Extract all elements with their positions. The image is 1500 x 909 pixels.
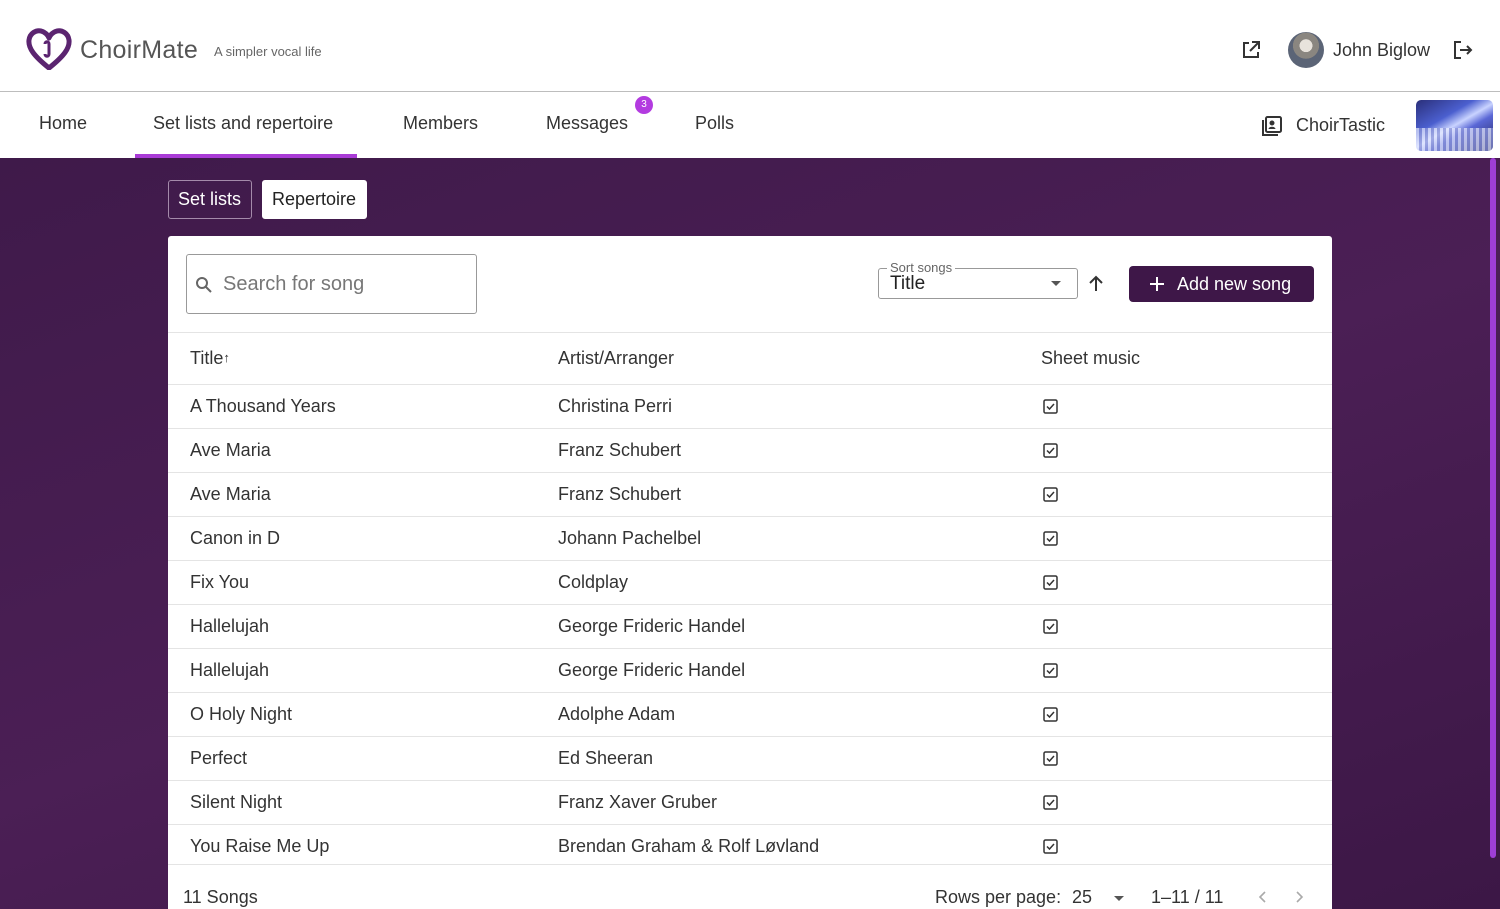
table-row[interactable]: Perfect Ed Sheeran [168, 736, 1332, 780]
sheet-music-check-icon [1043, 707, 1058, 722]
plus-icon [1150, 277, 1164, 291]
table-row[interactable]: Hallelujah George Frideric Handel [168, 648, 1332, 692]
song-title[interactable]: Silent Night [190, 792, 282, 813]
table-row[interactable]: Ave Maria Franz Schubert [168, 428, 1332, 472]
table-row[interactable]: A Thousand Years Christina Perri [168, 384, 1332, 428]
song-title[interactable]: Ave Maria [190, 440, 271, 461]
logout-icon[interactable] [1452, 39, 1474, 61]
header-title[interactable]: Title↑ [190, 348, 230, 369]
search-input[interactable] [223, 269, 463, 299]
song-artist: George Frideric Handel [558, 616, 746, 636]
sheet-music-check-icon [1043, 663, 1058, 678]
header-title-label: Title [190, 348, 224, 368]
nav-polls[interactable]: Polls [695, 113, 734, 134]
search-field[interactable] [186, 254, 477, 314]
song-title[interactable]: Fix You [190, 572, 249, 593]
choir-photo[interactable] [1416, 100, 1493, 151]
user-avatar[interactable] [1288, 32, 1324, 68]
heart-logo-icon[interactable] [26, 28, 72, 70]
sort-songs-value: Title [890, 273, 926, 294]
next-page-icon[interactable] [1292, 889, 1306, 905]
header-artist[interactable]: Artist/Arranger [558, 348, 674, 369]
sort-ascending-icon[interactable] [1086, 274, 1106, 294]
brand-name[interactable]: ChoirMate [80, 36, 198, 65]
table-row[interactable]: Hallelujah George Frideric Handel [168, 604, 1332, 648]
library-music-icon[interactable] [1261, 115, 1283, 137]
sheet-music-check-icon [1043, 575, 1058, 590]
table-row[interactable]: Fix You Coldplay [168, 560, 1332, 604]
nav-set-lists-repertoire[interactable]: Set lists and repertoire [153, 113, 333, 134]
tab-set-lists[interactable]: Set lists [168, 180, 252, 219]
dropdown-arrow-icon [1051, 281, 1061, 286]
previous-page-icon[interactable] [1256, 889, 1270, 905]
table-header: Title↑ Artist/Arranger Sheet music [168, 332, 1332, 384]
song-artist: Johann Pachelbel [558, 528, 702, 548]
rows-per-page-label: Rows per page: [935, 887, 1062, 907]
song-title[interactable]: Ave Maria [190, 484, 271, 505]
song-artist: Adolphe Adam [558, 704, 676, 724]
main-content: Set lists Repertoire Sort songs Title Ad… [0, 158, 1500, 909]
sheet-music-check-icon [1043, 399, 1058, 414]
choir-name[interactable]: ChoirTastic [1296, 115, 1385, 136]
rows-per-page-caret-icon[interactable] [1114, 896, 1124, 901]
open-external-icon[interactable] [1240, 39, 1262, 61]
song-title[interactable]: A Thousand Years [190, 396, 336, 417]
repertoire-card: Sort songs Title Add new song Title↑ Art… [168, 236, 1332, 909]
sort-songs-select[interactable]: Sort songs Title [878, 260, 1078, 299]
sheet-music-check-icon [1043, 839, 1058, 854]
nav-home[interactable]: Home [39, 113, 87, 134]
scrollbar[interactable] [1490, 158, 1496, 858]
song-artist: Ed Sheeran [558, 748, 654, 768]
song-artist: Franz Schubert [558, 484, 682, 504]
table-row[interactable]: O Holy Night Adolphe Adam [168, 692, 1332, 736]
nav-messages[interactable]: Messages [546, 113, 628, 134]
sheet-music-check-icon [1043, 531, 1058, 546]
rows-per-page-select[interactable]: 25 [1072, 887, 1092, 908]
sheet-music-check-icon [1043, 751, 1058, 766]
song-artist: Brendan Graham & Rolf Løvland [558, 836, 820, 856]
songs-table: Title↑ Artist/Arranger Sheet music A Tho… [168, 332, 1332, 868]
song-artist: Franz Schubert [558, 440, 682, 460]
song-title[interactable]: You Raise Me Up [190, 836, 329, 857]
sheet-music-check-icon [1043, 619, 1058, 634]
user-name[interactable]: John Biglow [1333, 40, 1430, 61]
song-artist: Christina Perri [558, 396, 673, 416]
sheet-music-check-icon [1043, 487, 1058, 502]
tagline: A simpler vocal life [214, 44, 322, 59]
add-new-song-label: Add new song [1177, 274, 1292, 294]
sheet-music-check-icon [1043, 795, 1058, 810]
add-new-song-button[interactable]: Add new song [1129, 266, 1314, 302]
header-sheet-music[interactable]: Sheet music [1041, 348, 1140, 369]
song-title[interactable]: Perfect [190, 748, 247, 769]
song-title[interactable]: Canon in D [190, 528, 280, 549]
nav-members[interactable]: Members [403, 113, 478, 134]
table-row[interactable]: Ave Maria Franz Schubert [168, 472, 1332, 516]
song-artist: Coldplay [558, 572, 629, 592]
song-artist: George Frideric Handel [558, 660, 746, 680]
song-count: 11 Songs [183, 887, 258, 907]
song-title[interactable]: Hallelujah [190, 616, 269, 637]
table-row[interactable]: Canon in D Johann Pachelbel [168, 516, 1332, 560]
table-footer: 11 Songs Rows per page: 25 1–11 / 11 [168, 864, 1332, 909]
page-range: 1–11 / 11 [1151, 887, 1224, 907]
sort-up-icon: ↑ [223, 350, 230, 365]
song-artist: Franz Xaver Gruber [558, 792, 718, 812]
top-bar: ChoirMate A simpler vocal life John Bigl… [0, 0, 1500, 92]
table-body: A Thousand Years Christina Perri Ave Maria… [168, 384, 1332, 868]
table-row[interactable]: You Raise Me Up Brendan Graham & Rolf Løv… [168, 824, 1332, 868]
tab-repertoire[interactable]: Repertoire [262, 180, 367, 219]
song-title[interactable]: O Holy Night [190, 704, 292, 725]
table-row[interactable]: Silent Night Franz Xaver Gruber [168, 780, 1332, 824]
sheet-music-check-icon [1043, 443, 1058, 458]
song-title[interactable]: Hallelujah [190, 660, 269, 681]
search-icon [196, 277, 212, 293]
main-nav: Home Set lists and repertoire Members Me… [0, 93, 1500, 158]
messages-badge: 3 [635, 96, 653, 114]
